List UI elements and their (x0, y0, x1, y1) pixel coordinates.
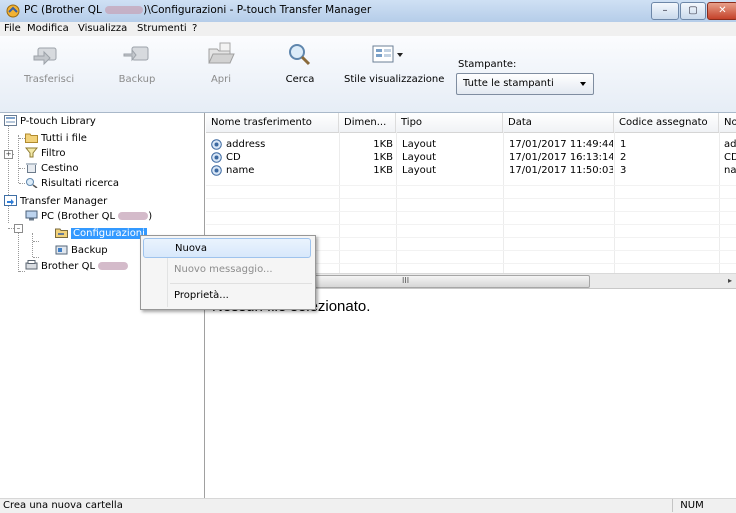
column-header-code[interactable]: Codice assegnato (614, 113, 719, 132)
status-bar: Crea una nuova cartella NUM (0, 498, 736, 513)
scroll-right-icon[interactable]: ▸ (728, 276, 732, 285)
transfer-icon (33, 47, 57, 66)
search-icon (289, 44, 311, 66)
list-header: Nome trasferimento Dimen... Tipo Data Co… (206, 113, 736, 133)
search-results-icon (26, 178, 38, 188)
tree-item-backup[interactable]: Backup (55, 244, 108, 257)
context-item-new-message[interactable]: Nuovo messaggio... (143, 260, 311, 280)
tree-item-brother-ql[interactable]: Brother QL (25, 260, 129, 273)
open-folder-icon (208, 42, 235, 64)
layout-file-icon (211, 139, 222, 150)
tree-item-configurations[interactable]: Configurazioni (55, 227, 147, 240)
menu-edit[interactable]: Modifica (24, 23, 72, 35)
printer-select[interactable]: Tutte le stampanti (456, 73, 594, 95)
close-button[interactable]: ✕ (707, 2, 736, 20)
folder-icon (25, 133, 38, 143)
column-header-date[interactable]: Data (503, 113, 614, 132)
title-bar: PC (Brother QL )\Configurazioni - P-touc… (0, 0, 736, 23)
printer-icon (25, 260, 38, 270)
tree-item-all-files[interactable]: Tutti i file (25, 132, 87, 145)
transfer-button[interactable]: Trasferisci (24, 42, 74, 85)
printer-select-value: Tutte le stampanti (463, 78, 554, 89)
redacted-model (98, 262, 129, 270)
search-button[interactable]: Cerca (281, 42, 319, 85)
layout-file-icon (211, 152, 222, 163)
tree-item-filter[interactable]: Filtro (25, 147, 66, 160)
maximize-button[interactable]: ▢ (680, 2, 706, 20)
status-text: Crea una nuova cartella (3, 500, 123, 511)
tree-item-search-results[interactable]: Risultati ricerca (25, 177, 119, 190)
tree-item-trash[interactable]: Cestino (25, 162, 79, 175)
menu-file[interactable]: File (1, 23, 24, 35)
close-icon: ✕ (718, 5, 727, 16)
column-header-name[interactable]: Nome trasferimento (206, 113, 339, 132)
menu-help[interactable]: ? (189, 23, 200, 35)
num-lock-indicator: NUM (672, 499, 711, 512)
tree-item-transfer-manager[interactable]: Transfer Manager (4, 195, 107, 208)
window-title: PC (Brother QL )\Configurazioni - P-touc… (24, 4, 372, 16)
library-icon (4, 115, 17, 126)
table-row[interactable]: CD 1KB Layout 17/01/2017 16:13:14 2 CD (206, 151, 736, 164)
view-style-button[interactable]: Stile visualizzazione (344, 42, 444, 85)
redacted-model (118, 212, 149, 220)
column-header-size[interactable]: Dimen... (339, 113, 396, 132)
menu-tools[interactable]: Strumenti (134, 23, 190, 35)
printer-label: Stampante: (458, 59, 517, 70)
context-menu: Nuova Nuovo messaggio... Proprietà... (140, 235, 316, 310)
backup-icon (123, 46, 149, 62)
filter-icon (25, 147, 38, 158)
toolbar: Trasferisci Backup Apri Cerca Stile visu… (0, 36, 736, 113)
trash-icon (26, 163, 37, 173)
table-row[interactable]: name 1KB Layout 17/01/2017 11:50:03 3 na (206, 164, 736, 177)
minimize-button[interactable]: – (651, 2, 679, 20)
menu-view[interactable]: Visualizza (75, 23, 130, 35)
column-header-type[interactable]: Tipo (396, 113, 503, 132)
table-row[interactable]: address 1KB Layout 17/01/2017 11:49:44 1… (206, 138, 736, 151)
configurations-folder-icon (55, 228, 68, 238)
open-button[interactable]: Apri (202, 42, 240, 85)
computer-icon (25, 210, 38, 221)
maximize-icon: ▢ (688, 5, 698, 16)
context-item-properties[interactable]: Proprietà... (143, 286, 311, 306)
view-style-icon (372, 45, 403, 63)
column-header-note[interactable]: No (719, 113, 736, 132)
app-icon (6, 4, 20, 18)
menu-bar: File Modifica Visualizza Strumenti ? (0, 22, 736, 36)
expand-filter-toggle[interactable]: + (4, 150, 13, 159)
context-item-new[interactable]: Nuova (143, 238, 311, 258)
redacted-model (105, 6, 144, 14)
layout-file-icon (211, 165, 222, 176)
menu-separator (170, 283, 312, 284)
transfer-manager-icon (4, 195, 17, 206)
chevron-down-icon (580, 82, 586, 86)
backup-button[interactable]: Backup (112, 42, 162, 85)
backup-folder-icon (55, 245, 68, 255)
minimize-icon: – (662, 5, 668, 16)
tree-item-library[interactable]: P-touch Library (4, 115, 96, 128)
collapse-pc-toggle[interactable]: – (14, 224, 23, 233)
preview-pane: Nessun file selezionato. (206, 288, 736, 499)
tree-item-pc[interactable]: PC (Brother QL ) (25, 210, 152, 223)
